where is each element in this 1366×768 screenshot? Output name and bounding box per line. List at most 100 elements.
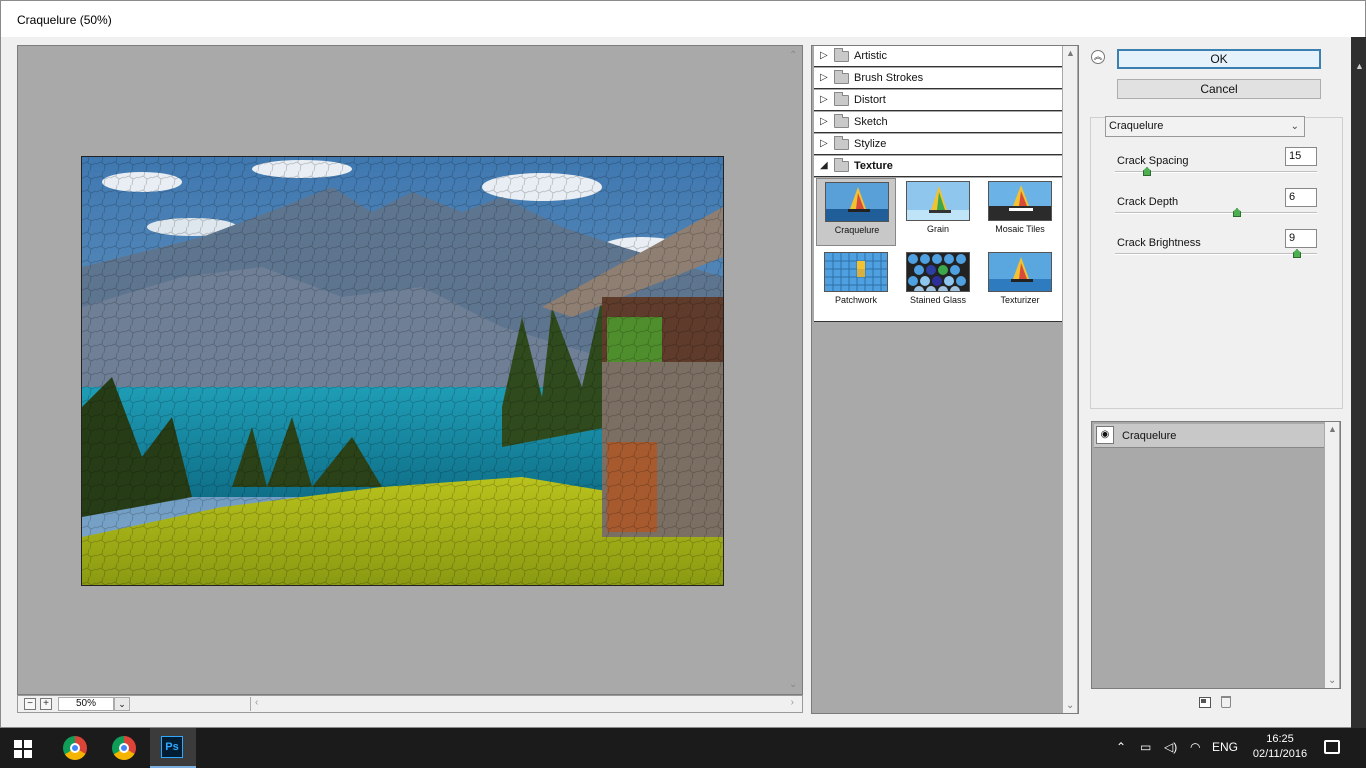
- show-hidden-icons-icon[interactable]: ⌃: [1116, 740, 1126, 754]
- clock-date: 02/11/2016: [1252, 748, 1308, 760]
- gallery-scrollbar[interactable]: ▲ ⌄: [1063, 46, 1077, 713]
- preview-area[interactable]: ⌃ ⌄: [17, 45, 803, 695]
- folder-icon: [834, 92, 849, 106]
- scroll-down-icon[interactable]: ⌄: [1328, 675, 1336, 686]
- language-indicator[interactable]: ENG: [1212, 740, 1238, 754]
- slider-knob[interactable]: [1293, 249, 1301, 258]
- thumbnail-label: Mosaic Tiles: [995, 224, 1045, 234]
- scroll-up-icon[interactable]: ▲: [1328, 424, 1337, 434]
- expand-arrow-icon[interactable]: ▷: [820, 50, 828, 61]
- layers-scrollbar[interactable]: ▲ ⌄: [1325, 422, 1339, 688]
- chevron-up-icon: ▲: [1355, 61, 1364, 71]
- chrome-icon[interactable]: [112, 736, 136, 760]
- action-center-icon[interactable]: [1324, 740, 1340, 754]
- category-texture[interactable]: ◢ Texture: [814, 156, 1062, 177]
- crack-brightness-input[interactable]: 9: [1285, 229, 1317, 248]
- slider-knob[interactable]: [1233, 208, 1241, 217]
- filter-select-value: Craquelure: [1109, 120, 1164, 132]
- thumbnail-label: Stained Glass: [909, 295, 967, 305]
- thumbnail-image: [988, 252, 1052, 292]
- category-artistic[interactable]: ▷ Artistic: [814, 46, 1062, 67]
- volume-icon[interactable]: ◁): [1164, 740, 1177, 754]
- thumb-craquelure[interactable]: Craquelure: [816, 178, 896, 246]
- chrome-icon[interactable]: [63, 736, 87, 760]
- param-crack-depth: Crack Depth 6: [1115, 188, 1317, 232]
- thumb-texturizer[interactable]: Texturizer: [980, 249, 1060, 317]
- zoom-bar: − + 50% ⌄ ‹ ›: [17, 695, 803, 713]
- scroll-down-icon[interactable]: ⌄: [789, 679, 797, 690]
- preview-vertical-scrollbar[interactable]: ⌃ ⌄: [788, 46, 800, 694]
- category-label: Distort: [854, 94, 886, 106]
- cancel-button[interactable]: Cancel: [1117, 79, 1321, 99]
- folder-icon: [834, 114, 849, 128]
- thumb-patchwork[interactable]: Patchwork: [816, 249, 896, 317]
- thumbnail-label: Texturizer: [1000, 295, 1040, 305]
- thumbnail-label: Patchwork: [834, 295, 878, 305]
- battery-icon[interactable]: ▭: [1140, 740, 1151, 754]
- category-stylize[interactable]: ▷ Stylize: [814, 134, 1062, 155]
- delete-effect-layer-icon[interactable]: [1221, 696, 1231, 708]
- filter-gallery-dialog: Craquelure (50%) ▲ ⌃ ⌄ − + 50% ⌄ ‹ › ▷ A…: [0, 0, 1366, 729]
- effect-layers-panel: ◉ Craquelure ▲ ⌄: [1091, 421, 1341, 689]
- expand-arrow-icon[interactable]: ▷: [820, 72, 828, 83]
- collapse-gallery-button[interactable]: ︽: [1091, 50, 1105, 64]
- category-label: Artistic: [854, 50, 887, 62]
- expand-arrow-icon[interactable]: ▷: [820, 116, 828, 127]
- eye-icon[interactable]: ◉: [1096, 426, 1114, 444]
- scroll-up-icon[interactable]: ▲: [1066, 48, 1075, 58]
- effect-layer-row[interactable]: ◉ Craquelure: [1094, 424, 1324, 448]
- scroll-down-icon[interactable]: ⌄: [1066, 700, 1074, 711]
- scroll-up-icon[interactable]: ⌃: [789, 50, 797, 61]
- folder-icon: [834, 48, 849, 62]
- filter-select[interactable]: Craquelure ⌄: [1105, 116, 1305, 137]
- param-label: Crack Spacing: [1117, 155, 1189, 167]
- thumb-mosaic-tiles[interactable]: Mosaic Tiles: [980, 178, 1060, 246]
- folder-icon: [834, 136, 849, 150]
- category-distort[interactable]: ▷ Distort: [814, 90, 1062, 111]
- param-crack-spacing: Crack Spacing 15: [1115, 147, 1317, 191]
- expand-arrow-icon[interactable]: ▷: [820, 138, 828, 149]
- collapse-arrow-icon[interactable]: ◢: [820, 160, 828, 171]
- category-brush-strokes[interactable]: ▷ Brush Strokes: [814, 68, 1062, 89]
- thumbnail-label: Craquelure: [834, 225, 880, 235]
- category-sketch[interactable]: ▷ Sketch: [814, 112, 1062, 133]
- windows-start-icon[interactable]: [14, 740, 32, 758]
- photoshop-taskbar-button[interactable]: Ps: [150, 728, 196, 768]
- thumbnail-label: Grain: [926, 224, 949, 234]
- thumbnail-image: [906, 181, 970, 221]
- crack-spacing-input[interactable]: 15: [1285, 147, 1317, 166]
- new-effect-layer-icon[interactable]: [1199, 697, 1211, 708]
- title-bar: Craquelure (50%): [1, 1, 1365, 37]
- slider-knob[interactable]: [1143, 167, 1151, 176]
- texture-thumbnails: Craquelure Grain Mosaic Tiles Patchwork: [814, 178, 1062, 322]
- param-label: Crack Depth: [1117, 196, 1179, 208]
- ok-button[interactable]: OK: [1117, 49, 1321, 69]
- folder-icon: [834, 70, 849, 84]
- preview-image[interactable]: [81, 156, 724, 586]
- slider-track[interactable]: [1115, 212, 1317, 214]
- scroll-left-icon[interactable]: ‹: [255, 697, 258, 708]
- filter-gallery: ▷ Artistic ▷ Brush Strokes ▷ Distort ▷ S…: [811, 45, 1079, 714]
- category-label: Stylize: [854, 138, 887, 150]
- effect-layer-label: Craquelure: [1122, 430, 1177, 442]
- zoom-out-button[interactable]: −: [24, 698, 36, 710]
- category-label: Sketch: [854, 116, 888, 128]
- thumb-grain[interactable]: Grain: [898, 178, 978, 246]
- zoom-dropdown-button[interactable]: ⌄: [114, 697, 130, 711]
- zoom-level[interactable]: 50%: [58, 697, 114, 711]
- thumb-stained-glass[interactable]: Stained Glass: [898, 249, 978, 317]
- thumbnail-image: [988, 181, 1052, 221]
- zoom-in-button[interactable]: +: [40, 698, 52, 710]
- preview-horizontal-scrollbar[interactable]: ‹ ›: [250, 697, 798, 711]
- scroll-right-icon[interactable]: ›: [791, 697, 794, 708]
- taskbar: Ps ⌃ ▭ ◁) ◠ ENG 16:25 02/11/2016: [0, 728, 1366, 768]
- thumbnail-image: [825, 182, 889, 222]
- expand-arrow-icon[interactable]: ▷: [820, 94, 828, 105]
- wifi-icon[interactable]: ◠: [1190, 740, 1200, 754]
- crack-depth-input[interactable]: 6: [1285, 188, 1317, 207]
- dialog-title: Craquelure (50%): [17, 13, 112, 27]
- slider-track[interactable]: [1115, 253, 1317, 255]
- clock[interactable]: 16:25 02/11/2016: [1252, 732, 1308, 762]
- background-app-edge: ▲: [1351, 37, 1366, 729]
- param-label: Crack Brightness: [1117, 237, 1201, 249]
